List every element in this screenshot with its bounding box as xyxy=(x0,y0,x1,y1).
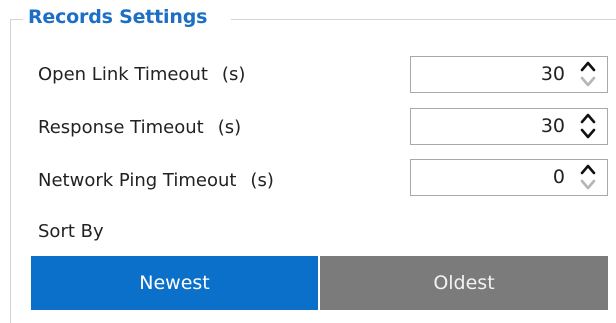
response-timeout-spinner[interactable]: 30 xyxy=(410,108,608,145)
open-link-timeout-spin-buttons xyxy=(577,60,599,89)
network-ping-timeout-spinner[interactable]: 0 xyxy=(410,159,608,196)
sort-newest-button[interactable]: Newest xyxy=(31,256,318,310)
network-ping-timeout-unit: (s) xyxy=(250,170,274,191)
records-settings-panel: Records Settings Open Link Timeout (s) 30… xyxy=(0,0,616,323)
group-border-top-right xyxy=(231,19,616,20)
group-border-top-left xyxy=(10,19,23,20)
chevron-down-icon[interactable] xyxy=(580,178,596,191)
network-ping-timeout-value[interactable]: 0 xyxy=(553,166,565,188)
chevron-down-icon[interactable] xyxy=(580,127,596,140)
response-timeout-label: Response Timeout (s) xyxy=(38,117,242,138)
response-timeout-spin-buttons xyxy=(577,112,599,141)
open-link-timeout-value[interactable]: 30 xyxy=(541,63,565,85)
chevron-up-icon[interactable] xyxy=(580,163,596,176)
network-ping-timeout-label: Network Ping Timeout (s) xyxy=(38,170,274,191)
response-timeout-value[interactable]: 30 xyxy=(541,115,565,137)
group-title: Records Settings xyxy=(28,6,208,28)
network-ping-timeout-spin-buttons xyxy=(577,163,599,192)
chevron-up-icon[interactable] xyxy=(580,60,596,73)
open-link-timeout-spinner[interactable]: 30 xyxy=(410,56,608,93)
response-timeout-unit: (s) xyxy=(217,117,242,138)
chevron-down-icon[interactable] xyxy=(580,75,596,88)
open-link-timeout-unit: (s) xyxy=(221,64,246,85)
sort-by-label: Sort By xyxy=(38,221,104,242)
open-link-timeout-label: Open Link Timeout (s) xyxy=(38,64,246,85)
sort-oldest-button[interactable]: Oldest xyxy=(320,256,608,310)
group-border-left xyxy=(10,19,11,323)
chevron-up-icon[interactable] xyxy=(580,112,596,125)
